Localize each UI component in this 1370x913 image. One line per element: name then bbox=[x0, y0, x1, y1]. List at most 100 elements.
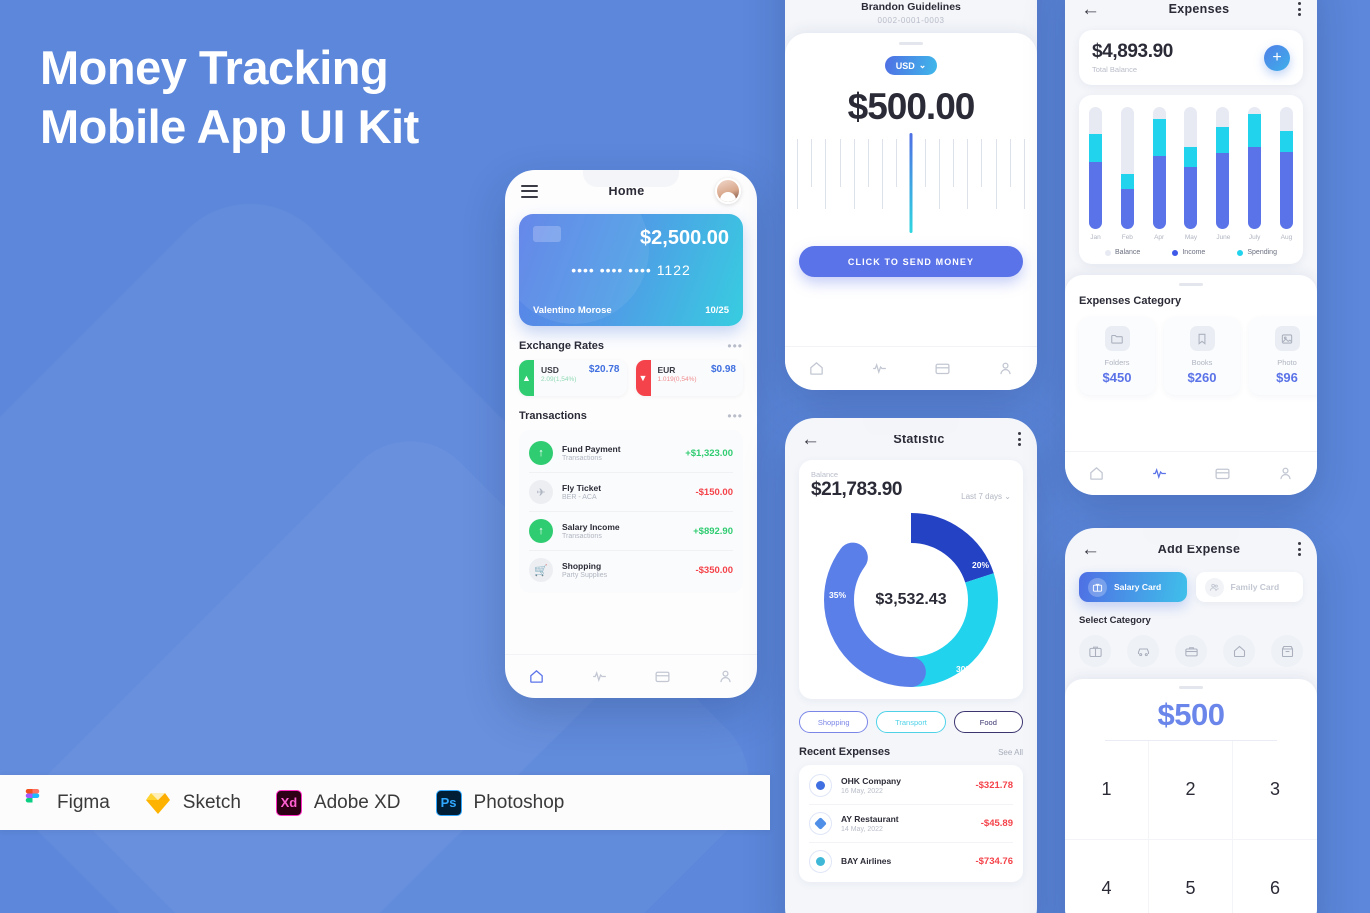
hamburger-icon[interactable] bbox=[521, 184, 538, 198]
tool-photoshop: Ps Photoshop bbox=[435, 789, 564, 817]
range-selector[interactable]: Last 7 days ⌄ bbox=[961, 492, 1011, 501]
table-row[interactable]: 🛒 Shopping Party Supplies -$350.00 bbox=[529, 551, 733, 589]
currency-label: USD bbox=[895, 60, 915, 71]
kebab-menu-icon[interactable] bbox=[1298, 2, 1301, 16]
keypad-key-4[interactable]: 4 bbox=[1065, 839, 1149, 913]
transaction-sub: Transactions bbox=[562, 533, 602, 540]
car-icon[interactable] bbox=[1127, 635, 1159, 667]
tool-label: Sketch bbox=[182, 791, 241, 813]
ruler-tick bbox=[797, 139, 798, 209]
tab-cards[interactable] bbox=[654, 668, 671, 685]
total-balance-card: $4,893.90 Total Balance + bbox=[1079, 30, 1303, 85]
bar-segment bbox=[1279, 152, 1293, 229]
tab-home[interactable] bbox=[528, 668, 545, 685]
back-arrow-icon[interactable]: ← bbox=[1081, 540, 1100, 559]
slider-needle[interactable] bbox=[909, 133, 913, 233]
expenses-header: ← Expenses bbox=[1065, 0, 1317, 30]
chip-shopping[interactable]: Shopping bbox=[799, 711, 869, 733]
tab-salary-card[interactable]: Salary Card bbox=[1079, 572, 1187, 602]
keypad-key-1[interactable]: 1 bbox=[1065, 741, 1149, 840]
category-card-books[interactable]: Books $260 bbox=[1164, 317, 1240, 395]
recipient-name: Brandon Guidelines bbox=[861, 1, 961, 13]
bar-segment bbox=[1248, 114, 1262, 148]
bar-segment bbox=[1279, 107, 1293, 132]
tab-profile[interactable] bbox=[717, 668, 734, 685]
chip-transport[interactable]: Transport bbox=[876, 711, 946, 733]
tab-statistics[interactable] bbox=[1151, 465, 1168, 482]
shop-icon[interactable] bbox=[1271, 635, 1303, 667]
table-row[interactable]: ↑ Fund Payment Transactions +$1,323.00 bbox=[529, 434, 733, 473]
tab-profile[interactable] bbox=[997, 360, 1014, 377]
kebab-menu-icon[interactable] bbox=[1017, 432, 1021, 446]
tab-home[interactable] bbox=[1088, 465, 1105, 482]
bar-segment bbox=[1120, 174, 1134, 189]
sheet-grabber[interactable] bbox=[1179, 686, 1203, 689]
see-all-link[interactable]: See All bbox=[998, 748, 1023, 757]
ruler-tick bbox=[981, 139, 983, 187]
phone-send-money: Brandon Guidelines 0002-0001-0003 USD ⌄ … bbox=[785, 0, 1037, 390]
kebab-menu-icon[interactable] bbox=[1298, 542, 1301, 556]
tab-statistics[interactable] bbox=[591, 668, 608, 685]
category-card-folders[interactable]: Folders $450 bbox=[1079, 317, 1155, 395]
bar-segment bbox=[1248, 107, 1262, 115]
ruler-tick bbox=[967, 139, 969, 209]
tool-figma: Figma bbox=[18, 789, 110, 817]
amount-slider[interactable] bbox=[797, 133, 1025, 234]
category-value: $260 bbox=[1187, 370, 1217, 385]
total-balance-label: Total Balance bbox=[1092, 65, 1138, 74]
list-item[interactable]: AY Restaurant 14 May, 2022 -$45.89 bbox=[809, 805, 1013, 843]
bar-segment bbox=[1184, 107, 1198, 148]
more-options-icon[interactable]: ••• bbox=[727, 339, 743, 353]
currency-selector[interactable]: USD ⌄ bbox=[885, 56, 937, 75]
balance-card: Balance $21,783.90 Last 7 days ⌄ $3,532.… bbox=[799, 460, 1023, 699]
table-row[interactable]: ↑ Salary Income Transactions +$892.90 bbox=[529, 512, 733, 551]
home-icon[interactable] bbox=[1223, 635, 1255, 667]
card-amount: $2,500.00 bbox=[640, 227, 729, 249]
tab-cards[interactable] bbox=[1214, 465, 1231, 482]
tab-statistics[interactable] bbox=[871, 360, 888, 377]
table-row[interactable]: ✈ Fly Ticket BER - ACA -$150.00 bbox=[529, 473, 733, 512]
bar-x-label: Jan bbox=[1090, 234, 1101, 241]
xd-badge-label: Xd bbox=[275, 789, 302, 816]
rate-card-usd[interactable]: ▲ USD $20.78 2.09(1,54%) bbox=[519, 360, 627, 396]
tab-label: Family Card bbox=[1230, 582, 1280, 592]
legend-balance: Balance bbox=[1105, 249, 1140, 256]
expense-date: 14 May, 2022 bbox=[841, 826, 883, 833]
expense-name: BAY Airlines bbox=[841, 855, 892, 866]
keypad-key-3[interactable]: 3 bbox=[1233, 741, 1317, 840]
keypad-key-5[interactable]: 5 bbox=[1149, 839, 1233, 913]
sheet-grabber[interactable] bbox=[899, 42, 923, 45]
exchange-rates-header: Exchange Rates ••• bbox=[519, 339, 743, 353]
list-item[interactable]: OHK Company 16 May, 2022 -$321.78 bbox=[809, 767, 1013, 805]
category-name: Photo bbox=[1277, 358, 1297, 367]
category-card-photo[interactable]: Photo $96 bbox=[1249, 317, 1317, 395]
rate-card-eur[interactable]: ▼ EUR $0.98 1.019(0,54%) bbox=[635, 360, 743, 396]
transaction-amount: -$350.00 bbox=[695, 564, 733, 576]
photoshop-icon: Ps bbox=[435, 789, 463, 817]
more-options-icon[interactable]: ••• bbox=[727, 409, 743, 423]
back-arrow-icon[interactable]: ← bbox=[1081, 0, 1100, 19]
bank-card[interactable]: $2,500.00 •••• •••• •••• 1122 Valentino … bbox=[519, 214, 743, 326]
list-item[interactable]: BAY Airlines -$734.76 bbox=[809, 843, 1013, 880]
chip-food[interactable]: Food bbox=[953, 711, 1023, 733]
tab-home[interactable] bbox=[808, 360, 825, 377]
category-value: $450 bbox=[1102, 370, 1132, 385]
tab-profile[interactable] bbox=[1277, 465, 1294, 482]
card-type-tabs: Salary Card Family Card bbox=[1079, 572, 1303, 602]
tab-cards[interactable] bbox=[934, 360, 951, 377]
avatar[interactable] bbox=[715, 178, 741, 204]
sheet-grabber[interactable] bbox=[1179, 283, 1203, 286]
tab-family-card[interactable]: Family Card bbox=[1195, 572, 1303, 602]
bag-icon[interactable] bbox=[1175, 635, 1207, 667]
send-money-button[interactable]: CLICK TO SEND MONEY bbox=[799, 246, 1023, 277]
briefcase-icon[interactable] bbox=[1079, 635, 1111, 667]
balance-amount: $21,783.90 bbox=[811, 479, 903, 500]
keypad-key-2[interactable]: 2 bbox=[1149, 741, 1233, 840]
plus-icon[interactable]: + bbox=[1264, 44, 1290, 71]
back-arrow-icon[interactable]: ← bbox=[801, 430, 820, 449]
tool-sketch: Sketch bbox=[144, 789, 241, 817]
bar-column bbox=[1120, 107, 1134, 229]
keypad-key-6[interactable]: 6 bbox=[1233, 840, 1317, 913]
ruler-tick bbox=[896, 139, 898, 187]
phone-notch bbox=[583, 170, 679, 187]
